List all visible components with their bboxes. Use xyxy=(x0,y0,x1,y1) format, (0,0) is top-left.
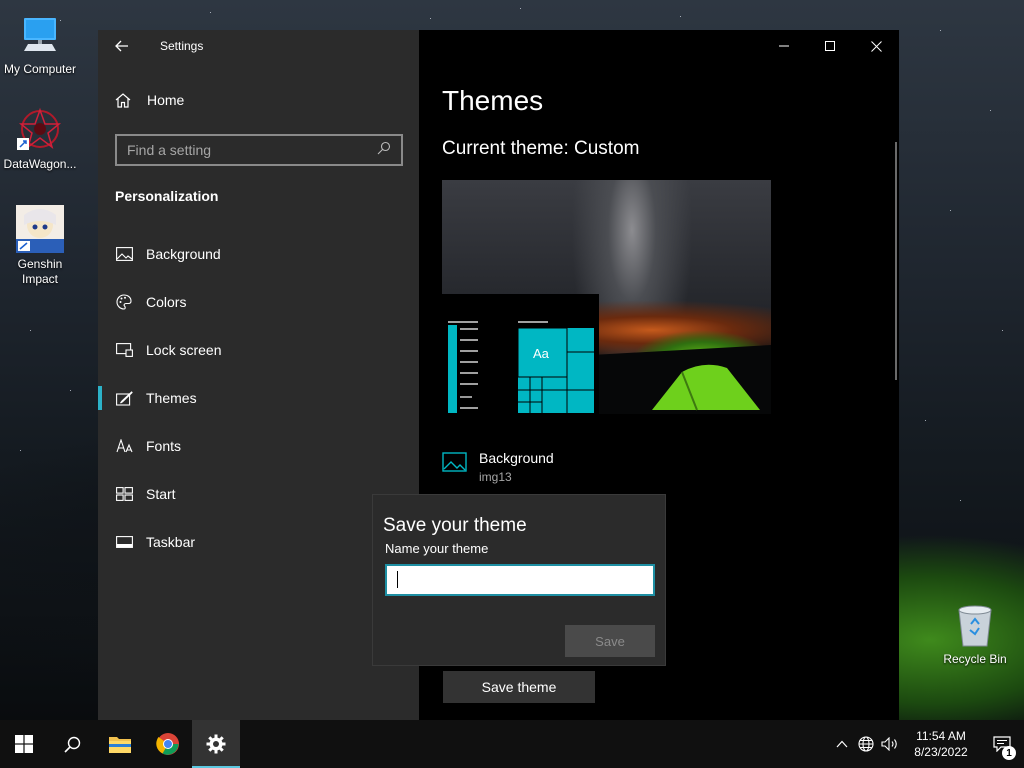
sidebar-item-taskbar[interactable]: Taskbar xyxy=(98,518,419,566)
desktop-icon-label: Genshin Impact xyxy=(17,257,63,286)
scrollbar[interactable] xyxy=(895,142,897,380)
lock-screen-icon xyxy=(115,341,133,359)
taskbar-icon xyxy=(115,533,133,551)
desktop-icon-label: My Computer xyxy=(3,62,77,76)
section-heading: Personalization xyxy=(115,188,219,204)
dialog-save-button[interactable]: Save xyxy=(565,625,655,657)
sidebar-item-colors[interactable]: Colors xyxy=(98,278,419,326)
chrome-button[interactable] xyxy=(144,720,192,768)
search-icon[interactable] xyxy=(377,141,391,160)
home-label: Home xyxy=(147,92,185,108)
current-theme-heading: Current theme: Custom xyxy=(442,138,640,159)
theme-name-input[interactable] xyxy=(385,564,655,596)
sidebar-item-label: Background xyxy=(146,246,221,262)
folder-icon xyxy=(109,737,131,753)
volume-button[interactable] xyxy=(878,720,902,768)
start-icon xyxy=(115,485,133,503)
background-label: Background xyxy=(479,450,554,466)
search-input[interactable] xyxy=(127,142,377,158)
sidebar-item-label: Colors xyxy=(146,294,187,310)
file-explorer-button[interactable] xyxy=(96,720,144,768)
back-arrow-icon xyxy=(115,40,128,52)
desktop-icon-genshin-impact[interactable]: Genshin Impact xyxy=(0,205,80,287)
globe-icon xyxy=(858,736,874,752)
sidebar-item-label: Taskbar xyxy=(146,534,196,550)
page-title: Themes xyxy=(442,85,544,116)
picture-icon xyxy=(442,450,468,484)
window-title: Settings xyxy=(160,39,204,53)
system-tray: 11:54 AM 8/23/2022 1 xyxy=(830,720,1024,768)
recycle-bin-icon xyxy=(953,602,997,648)
settings-sidebar: Settings Home Personalization Background xyxy=(98,30,419,720)
computer-icon xyxy=(16,10,64,58)
taskbar: 11:54 AM 8/23/2022 1 xyxy=(0,720,1024,768)
start-menu-preview-art xyxy=(448,321,594,413)
chrome-icon xyxy=(156,733,179,755)
home-icon xyxy=(115,92,133,108)
dialog-field-label: Name your theme xyxy=(385,541,489,556)
show-hidden-icons-button[interactable] xyxy=(830,720,854,768)
picture-icon xyxy=(115,245,133,263)
save-theme-dialog: Save your theme Name your theme Save xyxy=(372,494,666,666)
sidebar-item-label: Start xyxy=(146,486,176,502)
background-setting[interactable]: Background img13 xyxy=(442,450,554,484)
background-value: img13 xyxy=(479,470,512,484)
brush-icon xyxy=(115,389,133,407)
notification-badge: 1 xyxy=(1002,746,1016,760)
clock-date: 8/23/2022 xyxy=(914,745,968,759)
home-nav-item[interactable]: Home xyxy=(115,92,184,108)
title-bar: Settings xyxy=(98,30,419,62)
gear-icon xyxy=(206,734,226,754)
desktop-icon-recycle-bin[interactable]: Recycle Bin xyxy=(939,602,1011,666)
fonts-icon xyxy=(115,437,133,455)
sidebar-item-label: Lock screen xyxy=(146,342,222,358)
sidebar-item-label: Themes xyxy=(146,390,197,406)
windows-logo-icon xyxy=(15,735,33,753)
sidebar-item-start[interactable]: Start xyxy=(98,470,419,518)
desktop-icon-datawagon[interactable]: DataWagon... xyxy=(0,105,80,172)
clock-time: 11:54 AM xyxy=(916,729,966,743)
sidebar-item-label: Fonts xyxy=(146,438,182,454)
desktop-icon-my-computer[interactable]: My Computer xyxy=(0,10,80,77)
clock[interactable]: 11:54 AM 8/23/2022 xyxy=(902,728,980,760)
desktop-icon-label: Recycle Bin xyxy=(943,652,1007,666)
palette-icon xyxy=(115,293,133,311)
settings-search-box[interactable] xyxy=(115,134,403,166)
datawagon-icon xyxy=(16,105,64,153)
start-menu-preview: Aa xyxy=(442,294,599,414)
speaker-icon xyxy=(881,737,897,751)
theme-preview: Aa xyxy=(442,180,771,414)
back-button[interactable] xyxy=(98,30,146,62)
sidebar-nav: Background Colors Lock screen Themes Fon… xyxy=(98,230,419,566)
sidebar-item-lock-screen[interactable]: Lock screen xyxy=(98,326,419,374)
search-button[interactable] xyxy=(48,720,96,768)
search-icon xyxy=(63,736,80,753)
network-button[interactable] xyxy=(854,720,878,768)
sidebar-item-themes[interactable]: Themes xyxy=(98,374,419,422)
text-caret xyxy=(397,571,398,588)
dialog-title: Save your theme xyxy=(383,515,527,536)
save-theme-button[interactable]: Save theme xyxy=(443,671,595,703)
sidebar-item-fonts[interactable]: Fonts xyxy=(98,422,419,470)
genshin-impact-icon xyxy=(16,205,64,253)
chevron-up-icon xyxy=(836,740,848,748)
action-center-button[interactable]: 1 xyxy=(980,720,1024,768)
settings-taskbar-button[interactable] xyxy=(192,720,240,768)
desktop-icon-label: DataWagon... xyxy=(3,157,77,171)
preview-tile-text: Aa xyxy=(533,346,549,361)
sidebar-item-background[interactable]: Background xyxy=(98,230,419,278)
start-button[interactable] xyxy=(0,720,48,768)
